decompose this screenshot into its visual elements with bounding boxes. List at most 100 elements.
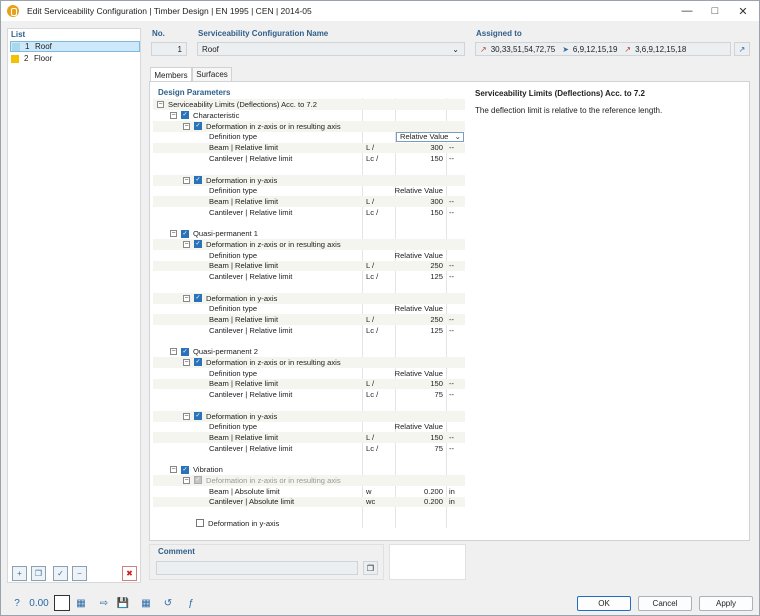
- group-row[interactable]: − ✓ Quasi-permanent 2: [153, 347, 465, 358]
- maximize-icon[interactable]: □: [701, 1, 729, 21]
- beam-limit-row[interactable]: Beam | Relative limit L / 250 --: [153, 260, 465, 272]
- display-icon[interactable]: ▦: [73, 595, 89, 611]
- y-axis-row[interactable]: − ✓ Deformation in y-axis: [153, 411, 465, 422]
- comment-input[interactable]: [156, 561, 358, 575]
- beam-limit-row[interactable]: Beam | Absolute limit w 0.200 in: [153, 486, 465, 497]
- collapse-icon[interactable]: −: [157, 100, 164, 108]
- help-icon[interactable]: ?: [9, 595, 25, 611]
- checkbox[interactable]: ✓: [194, 476, 202, 485]
- beam-limit-row[interactable]: Beam | Relative limit L / 150 --: [153, 378, 465, 390]
- param-value[interactable]: 300: [430, 143, 443, 152]
- checkbox[interactable]: ✓: [194, 240, 202, 249]
- group-row[interactable]: − ✓ Characteristic: [153, 110, 465, 121]
- definition-type-row[interactable]: Definition type Relative Value ⌄: [153, 131, 465, 143]
- import-icon[interactable]: ⇨: [96, 595, 112, 611]
- z-axis-row[interactable]: − ✓ Deformation in z-axis or in resulting …: [153, 475, 465, 486]
- checkbox[interactable]: ✓: [181, 229, 189, 238]
- collapse-icon[interactable]: −: [170, 348, 177, 356]
- param-value[interactable]: 75: [435, 390, 443, 399]
- definition-type-row[interactable]: Definition type Relative Value: [153, 422, 465, 433]
- apply-button[interactable]: Apply: [699, 596, 753, 611]
- collapse-icon[interactable]: −: [170, 111, 177, 119]
- definition-type-row[interactable]: Definition type Relative Value: [153, 304, 465, 315]
- param-value[interactable]: Relative Value: [395, 186, 443, 195]
- z-axis-row[interactable]: − ✓ Deformation in z-axis or in resulting …: [153, 121, 465, 132]
- tab-surfaces[interactable]: Surfaces: [192, 67, 232, 81]
- param-value[interactable]: 300: [430, 197, 443, 206]
- cantilever-limit-row[interactable]: Cantilever | Relative limit Lc / 125 --: [153, 325, 465, 336]
- collapse-icon[interactable]: −: [183, 240, 190, 248]
- checkbox[interactable]: ✓: [181, 465, 189, 474]
- minimize-icon[interactable]: —: [673, 1, 701, 21]
- cantilever-limit-row[interactable]: Cantilever | Relative limit Lc / 150 --: [153, 153, 465, 164]
- param-value[interactable]: Relative Value: [395, 369, 443, 378]
- reset-icon[interactable]: ↺: [160, 595, 176, 611]
- checkbox[interactable]: ✓: [194, 294, 202, 303]
- checkbox[interactable]: ✓: [194, 122, 202, 131]
- param-value[interactable]: 150: [430, 433, 443, 442]
- blank-icon[interactable]: [54, 595, 70, 611]
- tab-members[interactable]: Members: [150, 67, 192, 82]
- beam-limit-row[interactable]: Beam | Relative limit L / 300 --: [153, 196, 465, 207]
- checkbox[interactable]: [196, 519, 204, 528]
- definition-type-select[interactable]: Relative Value ⌄: [396, 131, 464, 142]
- param-value[interactable]: 250: [430, 261, 443, 270]
- y-axis-row[interactable]: − ✓ Deformation in y-axis: [153, 175, 465, 186]
- param-value[interactable]: Relative Value: [395, 304, 443, 313]
- definition-type-row[interactable]: Definition type Relative Value: [153, 250, 465, 261]
- collapse-icon[interactable]: −: [170, 466, 177, 474]
- save-icon[interactable]: 💾: [115, 595, 131, 611]
- group-row[interactable]: − ✓ Quasi-permanent 1: [153, 229, 465, 240]
- beam-limit-row[interactable]: Beam | Relative limit L / 150 --: [153, 432, 465, 443]
- param-value[interactable]: 125: [430, 326, 443, 335]
- param-value[interactable]: 125: [430, 272, 443, 281]
- checkbox[interactable]: ✓: [181, 347, 189, 356]
- cancel-button[interactable]: Cancel: [638, 596, 692, 611]
- definition-type-row[interactable]: Definition type Relative Value: [153, 368, 465, 379]
- check-all-icon[interactable]: ✓: [53, 566, 68, 581]
- close-icon[interactable]: ✕: [729, 1, 757, 21]
- new-item-icon[interactable]: +: [12, 566, 27, 581]
- list-item-floor[interactable]: 2 Floor: [10, 53, 140, 64]
- checkbox[interactable]: ✓: [194, 176, 202, 185]
- ok-button[interactable]: OK: [577, 596, 631, 611]
- beam-limit-row[interactable]: Beam | Relative limit L / 250 --: [153, 314, 465, 325]
- param-value[interactable]: Relative Value: [395, 422, 443, 431]
- z-axis-row[interactable]: − ✓ Deformation in z-axis or in resulting …: [153, 357, 465, 368]
- collapse-icon[interactable]: −: [183, 476, 190, 484]
- collapse-icon[interactable]: −: [170, 230, 177, 238]
- checkbox[interactable]: ✓: [194, 412, 202, 421]
- config-name-select[interactable]: Roof ⌄: [197, 42, 465, 56]
- collapse-icon[interactable]: −: [183, 358, 190, 366]
- checkbox[interactable]: ✓: [181, 111, 189, 120]
- param-value[interactable]: 150: [430, 379, 443, 388]
- definition-type-row[interactable]: Definition type Relative Value: [153, 186, 465, 197]
- checkbox[interactable]: ✓: [194, 358, 202, 367]
- cantilever-limit-row[interactable]: Cantilever | Relative limit Lc / 75 --: [153, 443, 465, 454]
- param-value[interactable]: 0.200: [424, 487, 443, 496]
- cantilever-limit-row[interactable]: Cantilever | Relative limit Lc / 75 --: [153, 389, 465, 400]
- tree-root[interactable]: − Serviceability Limits (Deflections) Ac…: [153, 99, 465, 110]
- param-value[interactable]: 150: [430, 208, 443, 217]
- z-axis-row[interactable]: − ✓ Deformation in z-axis or in resulting …: [153, 239, 465, 250]
- collapse-icon[interactable]: −: [183, 412, 190, 420]
- beam-limit-row[interactable]: Beam | Relative limit L / 300 --: [153, 142, 465, 154]
- units-icon[interactable]: 0.00: [29, 595, 48, 611]
- copy-comment-icon[interactable]: ❐: [363, 561, 378, 575]
- param-value[interactable]: 150: [430, 154, 443, 163]
- list-item-roof[interactable]: 1 Roof: [10, 41, 140, 52]
- delete-icon[interactable]: ✖: [122, 566, 137, 581]
- param-value[interactable]: Relative Value: [395, 251, 443, 260]
- param-value[interactable]: 0.200: [424, 497, 443, 506]
- param-value[interactable]: 75: [435, 444, 443, 453]
- y-axis-row[interactable]: − ✓ Deformation in y-axis: [153, 293, 465, 304]
- cantilever-limit-row[interactable]: Cantilever | Absolute limit wc 0.200 in: [153, 496, 465, 508]
- collapse-icon[interactable]: −: [183, 122, 190, 130]
- param-value[interactable]: 250: [430, 315, 443, 324]
- cantilever-limit-row[interactable]: Cantilever | Relative limit Lc / 125 --: [153, 271, 465, 282]
- copy-item-icon[interactable]: ❐: [31, 566, 46, 581]
- collapse-icon[interactable]: −: [183, 176, 190, 184]
- collapse-icon[interactable]: −: [183, 294, 190, 302]
- select-objects-icon[interactable]: ↗: [734, 42, 750, 56]
- cantilever-limit-row[interactable]: Cantilever | Relative limit Lc / 150 --: [153, 207, 465, 218]
